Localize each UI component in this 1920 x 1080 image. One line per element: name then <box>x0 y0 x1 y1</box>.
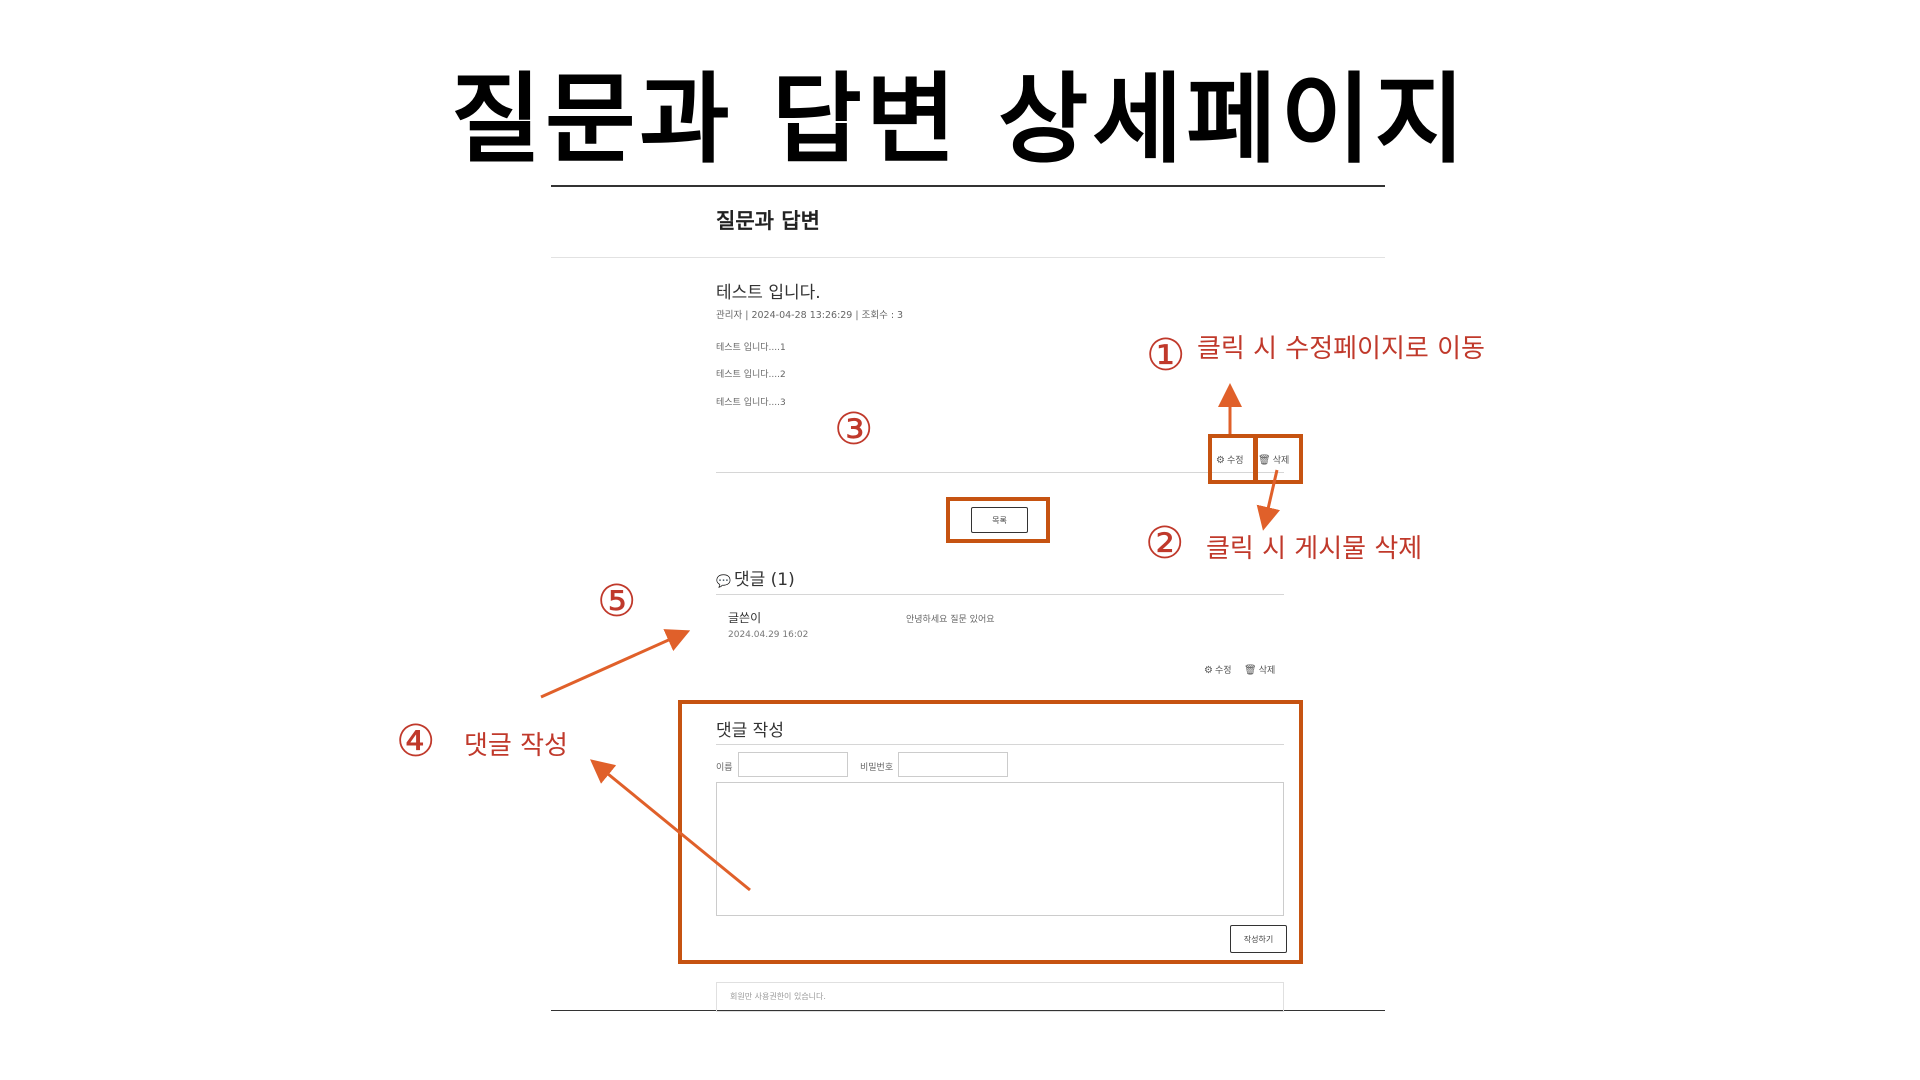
annotation-number-3: ③ <box>834 404 874 455</box>
arrow-to-comment <box>540 629 691 699</box>
annotation-note-2: 클릭 시 게시물 삭제 <box>1206 534 1423 564</box>
annotation-note-4: 댓글 작성 <box>464 731 568 761</box>
annotation-number-5: ⑤ <box>597 576 637 627</box>
arrow-to-note-2 <box>1256 469 1281 531</box>
annotation-number-1: ① <box>1146 330 1186 381</box>
arrow-to-note-4 <box>590 759 751 892</box>
annotation-number-4: ④ <box>396 716 436 767</box>
annotation-arrows <box>540 383 1281 892</box>
annotation-note-1: 클릭 시 수정페이지로 이동 <box>1197 334 1485 364</box>
annotation-number-2: ② <box>1145 518 1185 569</box>
